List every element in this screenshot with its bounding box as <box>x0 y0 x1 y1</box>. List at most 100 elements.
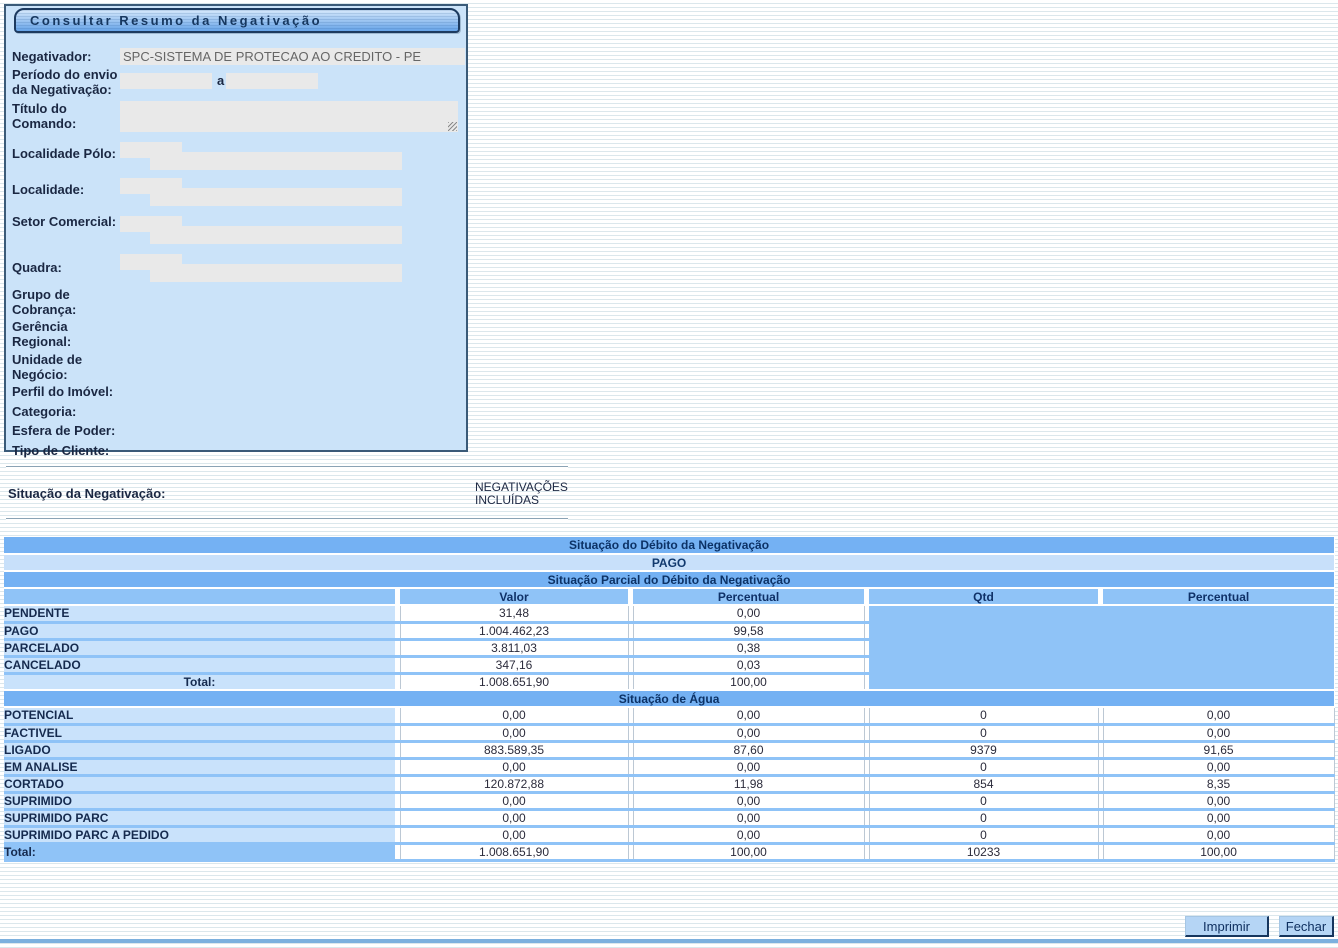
debito-status-value: PAGO <box>4 554 1334 571</box>
header-percentual: Percentual <box>633 588 864 605</box>
percentual-cell: 11,98 <box>633 775 864 792</box>
table-row: FACTIVEL 0,00 0,00 0 0,00 <box>4 724 1334 741</box>
qtd-percentual-cell: 0,00 <box>1103 758 1334 775</box>
periodo-from-input[interactable] <box>120 73 212 89</box>
percentual-cell: 100,00 <box>633 843 864 860</box>
periodo-separator: a <box>217 73 224 88</box>
negativador-label: Negativador: <box>12 49 118 64</box>
table-row: POTENCIAL 0,00 0,00 0 0,00 <box>4 707 1334 724</box>
row-label: CANCELADO <box>4 656 395 673</box>
valor-cell: 1.008.651,90 <box>400 843 628 860</box>
table-row: SUPRIMIDO PARC 0,00 0,00 0 0,00 <box>4 809 1334 826</box>
qtd-cell: 0 <box>869 809 1098 826</box>
qtd-cell: 10233 <box>869 843 1098 860</box>
periodo-label: Período do envio da Negativação: <box>12 67 118 97</box>
situacao-negativacao-label: Situação da Negativação: <box>8 486 166 501</box>
table-row: PAGO <box>4 554 1334 571</box>
qtd-percentual-cell: 0,00 <box>1103 792 1334 809</box>
negativacao-debt-table: Situação do Débito da Negativação PAGO S… <box>4 537 1335 862</box>
imprimir-button[interactable]: Imprimir <box>1185 916 1269 937</box>
percentual-cell: 0,00 <box>633 809 864 826</box>
total-label: Total: <box>4 673 395 690</box>
valor-cell: 883.589,35 <box>400 741 628 758</box>
textarea-resize-handle[interactable] <box>448 122 457 131</box>
titulo-comando-textarea[interactable] <box>120 101 458 132</box>
qtd-cell: 854 <box>869 775 1098 792</box>
row-label: LIGADO <box>4 741 395 758</box>
header-qtd: Qtd <box>869 588 1098 605</box>
qtd-cell: 0 <box>869 707 1098 724</box>
percentual-cell: 0,03 <box>633 656 864 673</box>
valor-cell: 0,00 <box>400 724 628 741</box>
valor-cell: 31,48 <box>400 605 628 622</box>
percentual-cell: 0,00 <box>633 758 864 775</box>
localidade-label: Localidade: <box>12 182 118 197</box>
negativador-input[interactable] <box>120 48 465 65</box>
localidade-polo-name-input[interactable] <box>150 152 402 170</box>
bottom-divider-bar <box>0 939 1338 943</box>
periodo-to-input[interactable] <box>226 73 318 89</box>
categoria-label: Categoria: <box>12 404 118 419</box>
gerencia-regional-label: Gerência Regional: <box>12 319 118 349</box>
empty-qtd-area <box>869 605 1334 690</box>
qtd-percentual-cell: 8,35 <box>1103 775 1334 792</box>
table-row: SUPRIMIDO 0,00 0,00 0 0,00 <box>4 792 1334 809</box>
setor-comercial-label: Setor Comercial: <box>12 214 118 229</box>
percentual-cell: 0,00 <box>633 605 864 622</box>
qtd-percentual-cell: 0,00 <box>1103 809 1334 826</box>
percentual-cell: 0,00 <box>633 707 864 724</box>
row-label: EM ANALISE <box>4 758 395 775</box>
table-row: PENDENTE 31,48 0,00 <box>4 605 1334 622</box>
grupo-cobranca-label: Grupo de Cobrança: <box>12 287 118 317</box>
qtd-percentual-cell: 100,00 <box>1103 843 1334 860</box>
table-row: EM ANALISE 0,00 0,00 0 0,00 <box>4 758 1334 775</box>
valor-cell: 0,00 <box>400 707 628 724</box>
percentual-cell: 87,60 <box>633 741 864 758</box>
valor-cell: 1.004.462,23 <box>400 622 628 639</box>
valor-cell: 120.872,88 <box>400 775 628 792</box>
row-label: SUPRIMIDO <box>4 792 395 809</box>
consultar-resumo-panel: Consultar Resumo da Negativação Negativa… <box>4 4 468 452</box>
qtd-percentual-cell: 0,00 <box>1103 707 1334 724</box>
localidade-name-input[interactable] <box>150 188 402 206</box>
qtd-cell: 9379 <box>869 741 1098 758</box>
qtd-cell: 0 <box>869 724 1098 741</box>
percentual-cell: 99,58 <box>633 622 864 639</box>
tipo-cliente-label: Tipo de Cliente: <box>12 443 142 458</box>
qtd-cell: 0 <box>869 758 1098 775</box>
percentual-cell: 0,00 <box>633 826 864 843</box>
qtd-percentual-cell: 0,00 <box>1103 724 1334 741</box>
row-label: POTENCIAL <box>4 707 395 724</box>
row-label: PARCELADO <box>4 639 395 656</box>
valor-cell: 0,00 <box>400 826 628 843</box>
header-qtd-percentual: Percentual <box>1103 588 1334 605</box>
titulo-comando-label: Título do Comando: <box>12 101 118 131</box>
divider-top <box>6 466 568 468</box>
table-row: Situação de Água <box>4 690 1334 707</box>
table-row: Situação Parcial do Débito da Negativaçã… <box>4 571 1334 588</box>
column-gutter <box>864 639 869 656</box>
valor-cell: 0,00 <box>400 792 628 809</box>
localidade-polo-label: Localidade Pólo: <box>12 146 118 161</box>
divider-bottom <box>6 518 568 520</box>
perfil-imovel-label: Perfil do Imóvel: <box>12 384 142 399</box>
panel-title: Consultar Resumo da Negativação <box>14 8 460 33</box>
situacao-negativacao-value: NEGATIVAÇÕES INCLUÍDAS <box>475 481 597 507</box>
qtd-cell: 0 <box>869 792 1098 809</box>
row-label: SUPRIMIDO PARC <box>4 809 395 826</box>
valor-cell: 3.811,03 <box>400 639 628 656</box>
percentual-cell: 100,00 <box>633 673 864 690</box>
total-row-agua: Total: 1.008.651,90 100,00 10233 100,00 <box>4 843 1334 860</box>
setor-comercial-name-input[interactable] <box>150 226 402 244</box>
qtd-percentual-cell: 91,65 <box>1103 741 1334 758</box>
fechar-button[interactable]: Fechar <box>1279 916 1334 937</box>
row-label: CORTADO <box>4 775 395 792</box>
section-title-debito: Situação do Débito da Negativação <box>4 537 1334 554</box>
table-row: LIGADO 883.589,35 87,60 9379 91,65 <box>4 741 1334 758</box>
table-row: SUPRIMIDO PARC A PEDIDO 0,00 0,00 0 0,00 <box>4 826 1334 843</box>
section-title-agua: Situação de Água <box>4 690 1334 707</box>
quadra-name-input[interactable] <box>150 264 402 282</box>
table-row: Situação do Débito da Negativação <box>4 537 1334 554</box>
row-label: PAGO <box>4 622 395 639</box>
valor-cell: 0,00 <box>400 809 628 826</box>
